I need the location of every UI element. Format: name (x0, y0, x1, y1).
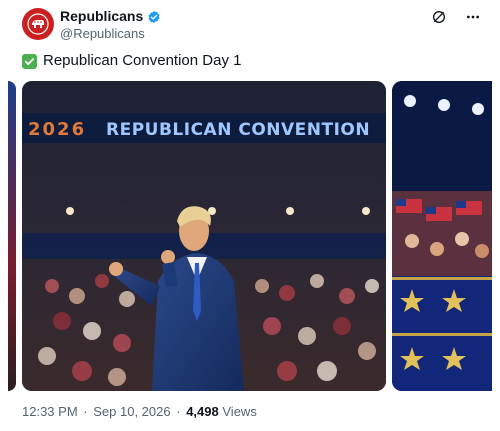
views-label: Views (222, 404, 257, 419)
banner-text: REPUBLICAN CONVENTION (106, 120, 371, 140)
banner-year: 2026 (28, 119, 87, 140)
tweet-meta: 12:33 PM · Sep 10, 2026 · 4,498 Views (22, 404, 257, 419)
main-image[interactable]: 2026 REPUBLICAN CONVENTION (22, 81, 386, 391)
header-actions (430, 8, 482, 26)
check-mark-button-icon (22, 53, 37, 69)
elephant-logo-icon (27, 13, 49, 35)
verified-badge-icon (148, 10, 160, 23)
tweet-text: Republican Convention Day 1 (22, 51, 241, 71)
views-count: 4,498 (186, 404, 219, 419)
account-names: Republicans @Republicans (60, 8, 161, 42)
more-options-icon[interactable] (464, 8, 482, 26)
tweet-time[interactable]: 12:33 PM (22, 404, 78, 419)
previous-image[interactable] (8, 81, 16, 391)
tweet-body: Republican Convention Day 1 (43, 52, 242, 69)
crowd-with-flags-icon (392, 81, 492, 391)
grok-icon[interactable] (430, 8, 448, 26)
account-handle[interactable]: @Republicans (60, 25, 161, 42)
account-avatar[interactable] (22, 8, 54, 40)
display-name[interactable]: Republicans (60, 8, 143, 25)
tweet-header: Republicans @Republicans (22, 8, 492, 46)
next-image[interactable] (392, 81, 492, 391)
media-carousel: 2026 REPUBLICAN CONVENTION (8, 81, 492, 391)
meta-separator: · (83, 404, 88, 419)
tweet-date[interactable]: Sep 10, 2026 (93, 404, 170, 419)
meta-separator-2: · (176, 404, 181, 419)
display-name-row[interactable]: Republicans (60, 8, 161, 25)
